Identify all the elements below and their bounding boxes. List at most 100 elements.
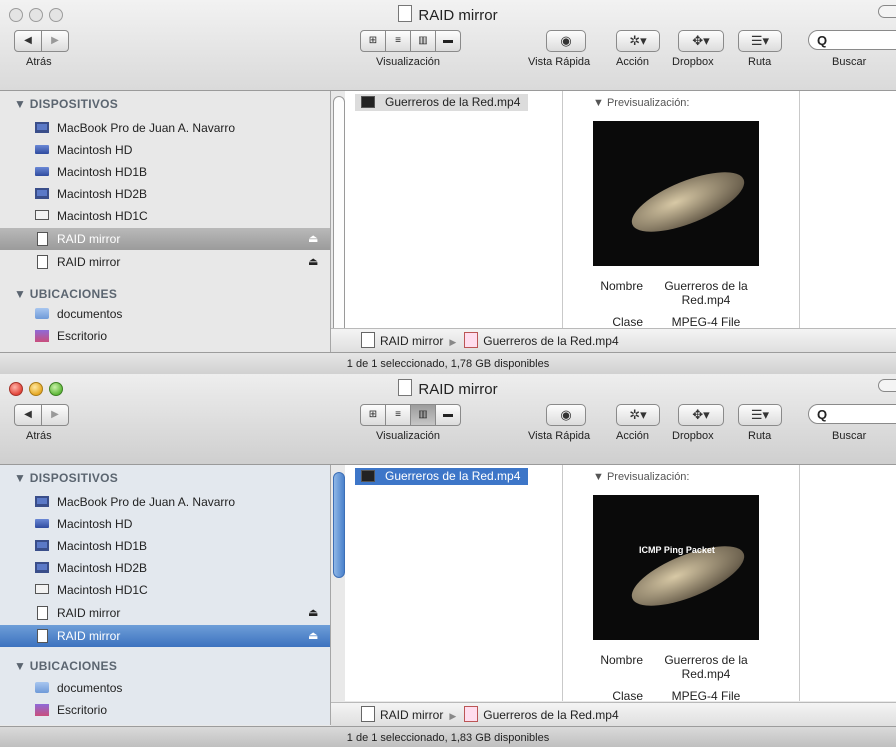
title-toolbar: RAID mirror ◀ ▶ Atrás ⊞ ≡ ▥ ▬ Visualizac… bbox=[0, 374, 896, 465]
coverflow-view-button[interactable]: ▬ bbox=[436, 30, 461, 52]
sidebar-item-raid-mirror[interactable]: RAID mirror ⏏ bbox=[0, 251, 330, 273]
back-label: Atrás bbox=[26, 56, 52, 68]
sidebar-item-macintosh-hd2b[interactable]: Macintosh HD2B bbox=[0, 183, 330, 205]
action-button[interactable]: ✲▾ bbox=[616, 404, 660, 426]
sidebar-item-macintosh-hd1b[interactable]: Macintosh HD1B bbox=[0, 535, 330, 557]
sidebar-scrollbar[interactable] bbox=[333, 472, 345, 578]
file-name: Guerreros de la Red.mp4 bbox=[385, 469, 521, 483]
path-button[interactable]: ☰▾ bbox=[738, 404, 782, 426]
path-folder[interactable]: RAID mirror bbox=[380, 708, 443, 722]
list-view-button[interactable]: ≡ bbox=[386, 404, 411, 426]
search-input[interactable]: Q bbox=[808, 404, 896, 424]
search-input[interactable]: Q bbox=[808, 30, 896, 50]
title-toolbar: RAID mirror ◀ ▶ Atrás ⊞ ≡ ▥ ▬ Visualizac… bbox=[0, 0, 896, 91]
sidebar-item-macintosh-hd2b[interactable]: Macintosh HD2B bbox=[0, 557, 330, 579]
devices-header[interactable]: ▼ DISPOSITIVOS bbox=[14, 97, 118, 111]
folder-icon bbox=[35, 308, 49, 319]
file-column: Guerreros de la Red.mp4 bbox=[345, 465, 563, 701]
sidebar-item-raid-mirror-selected[interactable]: RAID mirror ⏏ bbox=[0, 625, 330, 647]
dropbox-icon: ✥▾ bbox=[692, 33, 710, 48]
sidebar-item-macintosh-hd[interactable]: Macintosh HD bbox=[0, 513, 330, 535]
name-value: Guerreros de la Red.mp4 bbox=[664, 279, 748, 307]
sidebar-item-escritorio[interactable]: Escritorio bbox=[0, 325, 330, 347]
disk-image-icon bbox=[361, 706, 375, 722]
class-value: MPEG-4 File bbox=[671, 689, 741, 703]
quicklook-label: Vista Rápida bbox=[528, 430, 591, 442]
eye-icon: ◉ bbox=[560, 33, 572, 48]
preview-label[interactable]: ▼ Previsualización: bbox=[593, 97, 689, 109]
places-header[interactable]: ▼ UBICACIONES bbox=[14, 659, 117, 673]
quicklook-label: Vista Rápida bbox=[528, 56, 591, 68]
forward-button[interactable]: ▶ bbox=[42, 404, 69, 426]
sidebar-item-escritorio[interactable]: Escritorio bbox=[0, 699, 330, 721]
laptop-icon bbox=[35, 122, 49, 133]
sidebar-item-label: Macintosh HD bbox=[57, 517, 133, 531]
file-row-selected[interactable]: Guerreros de la Red.mp4 bbox=[355, 468, 529, 485]
disk-image-icon bbox=[37, 255, 48, 269]
sidebar-item-label: Macintosh HD1C bbox=[57, 209, 148, 223]
sidebar-item-documentos[interactable]: documentos bbox=[0, 677, 330, 699]
dropbox-button[interactable]: ✥▾ bbox=[678, 30, 724, 52]
sidebar-item-macintosh-hd1c[interactable]: Macintosh HD1C bbox=[0, 579, 330, 601]
file-row[interactable]: Guerreros de la Red.mp4 bbox=[355, 94, 529, 111]
disk-image-icon bbox=[37, 232, 48, 246]
sidebar-item-macintosh-hd[interactable]: Macintosh HD bbox=[0, 139, 330, 161]
coverflow-view-button[interactable]: ▬ bbox=[436, 404, 461, 426]
laptop-icon bbox=[35, 188, 49, 199]
path-file[interactable]: Guerreros de la Red.mp4 bbox=[483, 708, 618, 722]
dropbox-button[interactable]: ✥▾ bbox=[678, 404, 724, 426]
sidebar-item-documentos[interactable]: documentos bbox=[0, 303, 330, 325]
preview-thumbnail[interactable]: ICMP Ping Packet bbox=[593, 495, 759, 640]
back-button[interactable]: ◀ bbox=[14, 30, 42, 52]
eject-icon[interactable]: ⏏ bbox=[308, 602, 318, 624]
window-title-text: RAID mirror bbox=[418, 7, 498, 24]
external-drive-icon bbox=[35, 584, 49, 594]
disk-image-icon bbox=[37, 629, 48, 643]
eject-icon[interactable]: ⏏ bbox=[308, 625, 318, 647]
path-icon: ☰▾ bbox=[750, 407, 770, 422]
sidebar-item-macbook[interactable]: MacBook Pro de Juan A. Navarro bbox=[0, 117, 330, 139]
path-bar: RAID mirror ▶ Guerreros de la Red.mp4 bbox=[331, 328, 896, 353]
eye-icon: ◉ bbox=[560, 407, 572, 422]
sidebar-item-label: Escritorio bbox=[57, 329, 108, 343]
quicklook-button[interactable]: ◉ bbox=[546, 404, 586, 426]
preview-label[interactable]: ▼ Previsualización: bbox=[593, 471, 689, 483]
name-value: Guerreros de la Red.mp4 bbox=[664, 653, 748, 681]
view-label: Visualización bbox=[376, 430, 441, 442]
forward-button[interactable]: ▶ bbox=[42, 30, 69, 52]
empty-column bbox=[800, 91, 896, 328]
video-file-icon bbox=[361, 470, 375, 482]
eject-icon[interactable]: ⏏ bbox=[308, 228, 318, 250]
column-view-button[interactable]: ▥ bbox=[411, 404, 436, 426]
sidebar-item-raid-mirror[interactable]: RAID mirror ⏏ bbox=[0, 602, 330, 624]
toolbar-toggle-button[interactable] bbox=[878, 379, 896, 392]
eject-icon[interactable]: ⏏ bbox=[308, 251, 318, 273]
action-label: Acción bbox=[616, 56, 650, 68]
action-button[interactable]: ✲▾ bbox=[616, 30, 660, 52]
quicklook-button[interactable]: ◉ bbox=[546, 30, 586, 52]
laptop-icon bbox=[35, 540, 49, 551]
sidebar-item-label: MacBook Pro de Juan A. Navarro bbox=[57, 495, 236, 509]
path-folder[interactable]: RAID mirror bbox=[380, 334, 443, 348]
sidebar-scrollbar[interactable] bbox=[333, 96, 345, 338]
preview-thumbnail[interactable] bbox=[593, 121, 759, 266]
preview-column: ▼ Previsualización: Nombre Guerreros de … bbox=[563, 91, 800, 329]
dropbox-label: Dropbox bbox=[672, 430, 714, 442]
icon-view-button[interactable]: ⊞ bbox=[360, 30, 386, 52]
sidebar-item-macbook[interactable]: MacBook Pro de Juan A. Navarro bbox=[0, 491, 330, 513]
sidebar-item-raid-mirror-selected[interactable]: RAID mirror ⏏ bbox=[0, 228, 330, 250]
toolbar-toggle-button[interactable] bbox=[878, 5, 896, 18]
path-file[interactable]: Guerreros de la Red.mp4 bbox=[483, 334, 618, 348]
path-button[interactable]: ☰▾ bbox=[738, 30, 782, 52]
icon-view-button[interactable]: ⊞ bbox=[360, 404, 386, 426]
empty-column bbox=[800, 465, 896, 701]
back-button[interactable]: ◀ bbox=[14, 404, 42, 426]
places-header[interactable]: ▼ UBICACIONES bbox=[14, 287, 117, 301]
sidebar-item-macintosh-hd1c[interactable]: Macintosh HD1C bbox=[0, 205, 330, 227]
column-view-button[interactable]: ▥ bbox=[411, 30, 436, 52]
devices-header[interactable]: ▼ DISPOSITIVOS bbox=[14, 471, 118, 485]
sidebar-item-label: Macintosh HD2B bbox=[57, 561, 148, 575]
sidebar-item-macintosh-hd1b[interactable]: Macintosh HD1B bbox=[0, 161, 330, 183]
list-view-button[interactable]: ≡ bbox=[386, 30, 411, 52]
back-forward: ◀ ▶ bbox=[14, 30, 69, 52]
